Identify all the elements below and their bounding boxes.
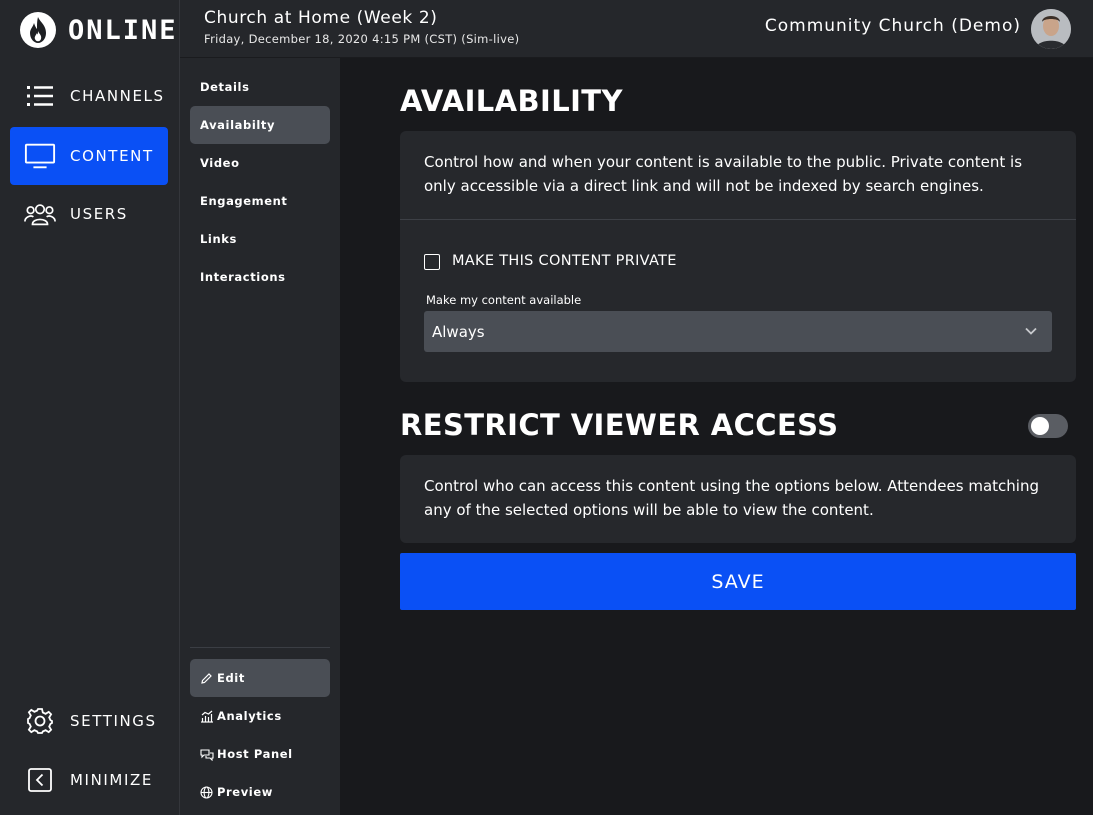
subnav-video-label: Video [200,156,240,170]
save-button[interactable]: SAVE [400,553,1076,610]
nav-users[interactable]: USERS [10,185,168,243]
main-sidebar: ONLINE CHANNELS CONTENT USERS SETTINGS M… [0,0,180,815]
nav-settings-label: SETTINGS [70,712,157,730]
nav-minimize[interactable]: MINIMIZE [10,751,168,809]
subnav-preview[interactable]: Preview [190,773,330,811]
nav-channels[interactable]: CHANNELS [10,67,168,125]
logo[interactable]: ONLINE [20,11,178,49]
toggle-knob [1031,417,1049,435]
gear-icon [24,707,56,735]
card-divider [400,219,1076,220]
event-title: Church at Home (Week 2) [204,8,438,28]
chat-icon [200,747,214,761]
subnav-edit-label: Edit [217,671,245,685]
subnav-details-label: Details [200,80,250,94]
chart-icon [200,709,214,723]
pencil-icon [200,671,214,685]
subnav-video[interactable]: Video [190,144,330,182]
subnav-divider [190,647,330,648]
subnav-details[interactable]: Details [190,68,330,106]
list-icon [24,82,56,110]
monitor-icon [24,142,56,170]
availability-card: Control how and when your content is ava… [400,131,1076,382]
restrict-access-description: Control who can access this content usin… [424,477,1039,519]
subnav-edit[interactable]: Edit [190,659,330,697]
subnav-interactions-label: Interactions [200,270,286,284]
chevron-down-icon [1025,327,1037,335]
subnav-availability-label: Availabilty [200,118,276,132]
nav-minimize-label: MINIMIZE [70,771,153,789]
subnav-host-panel-label: Host Panel [217,747,293,761]
users-icon [24,200,56,228]
event-header: Church at Home (Week 2) Friday, December… [180,0,1093,58]
restrict-access-toggle[interactable] [1028,414,1068,438]
main-panel: AVAILABILITY Control how and when your c… [340,58,1093,815]
subnav-analytics-label: Analytics [217,709,282,723]
availability-title: AVAILABILITY [400,84,623,118]
availability-select-value: Always [432,322,485,341]
subnav-links-label: Links [200,232,237,246]
subnav-host-panel[interactable]: Host Panel [190,735,330,773]
private-checkbox[interactable] [424,254,440,270]
nav-users-label: USERS [70,205,128,223]
availability-description: Control how and when your content is ava… [424,153,1023,195]
subnav-interactions[interactable]: Interactions [190,258,330,296]
subnav-links[interactable]: Links [190,220,330,258]
subnav-engagement[interactable]: Engagement [190,182,330,220]
availability-select[interactable]: Always [424,311,1052,352]
app-window: ONLINE CHANNELS CONTENT USERS SETTINGS M… [0,0,1093,815]
event-datetime: Friday, December 18, 2020 4:15 PM (CST) … [204,32,520,46]
private-checkbox-label[interactable]: MAKE THIS CONTENT PRIVATE [452,253,677,269]
subnav-engagement-label: Engagement [200,194,288,208]
logo-text: ONLINE [68,14,178,46]
restrict-access-card: Control who can access this content usin… [400,455,1076,543]
subnav-analytics[interactable]: Analytics [190,697,330,735]
globe-icon [200,785,214,799]
content-subnav: Details Availabilty Video Engagement Lin… [180,58,340,815]
nav-content-label: CONTENT [70,147,154,165]
flame-logo-icon [20,12,56,48]
nav-channels-label: CHANNELS [70,87,165,105]
avatar[interactable] [1031,9,1071,49]
nav-settings[interactable]: SETTINGS [10,692,168,750]
collapse-icon [24,766,56,794]
availability-field-label: Make my content available [426,293,582,307]
restrict-access-title: RESTRICT VIEWER ACCESS [400,408,839,442]
subnav-availability[interactable]: Availabilty [190,106,330,144]
subnav-preview-label: Preview [217,785,273,799]
organization-name[interactable]: Community Church (Demo) [765,16,1021,36]
nav-content[interactable]: CONTENT [10,127,168,185]
